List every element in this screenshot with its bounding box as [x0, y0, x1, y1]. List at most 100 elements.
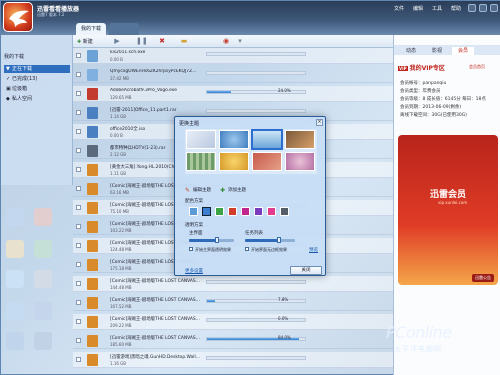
theme-thumb[interactable]	[219, 152, 249, 171]
color-swatch-selected[interactable]	[202, 207, 211, 216]
theme-thumb[interactable]	[285, 130, 315, 149]
delete-button[interactable]: ✖	[158, 38, 166, 46]
start-button[interactable]: ▶	[113, 38, 121, 46]
theme-thumb[interactable]	[186, 130, 216, 149]
row-checkbox[interactable]	[76, 243, 81, 248]
theme-thumb[interactable]	[252, 152, 282, 171]
color-swatch[interactable]	[228, 207, 237, 216]
row-checkbox[interactable]	[76, 72, 81, 77]
sidebar-item-trash[interactable]: ▣ 垃圾箱	[4, 85, 70, 93]
sidebar-item-private[interactable]: ◆ 私人空间	[4, 95, 70, 103]
menu-file[interactable]: 文件	[394, 5, 404, 12]
dialog-close-button[interactable]: 关闭	[290, 266, 322, 275]
sidebar-item-label: 正在下载	[12, 66, 33, 72]
download-row[interactable]: [Comic]海贼王-剧场版THE LOST CANVAS... 185.60 M…	[73, 333, 393, 349]
row-checkbox[interactable]	[76, 319, 81, 324]
row-checkbox[interactable]	[76, 357, 81, 362]
more-settings-link[interactable]: 更多设置	[185, 268, 203, 274]
color-swatch[interactable]	[189, 207, 198, 216]
download-row[interactable]: AdobeAcrobat9.3Pro_Vogo.exe 129.65 MB 24.0…	[73, 86, 393, 102]
maximize-button[interactable]	[479, 4, 487, 12]
color-swatch[interactable]	[215, 207, 224, 216]
color-swatch[interactable]	[267, 207, 276, 216]
file-type-icon	[87, 183, 98, 195]
tab-news[interactable]: 动态	[406, 47, 416, 54]
download-row[interactable]: [Comic]海贼王-剧场版THE LOST CANVAS... 209.22 M…	[73, 314, 393, 330]
open-folder-button[interactable]: ▬	[180, 38, 188, 46]
row-checkbox[interactable]	[76, 129, 81, 134]
theme-thumb-selected[interactable]	[252, 130, 282, 149]
file-type-icon	[87, 50, 98, 62]
checkbox-main-transparent[interactable]	[189, 247, 193, 251]
download-row[interactable]: [迅雷游戏]黑暗之魂.GunHD.Desktop.Wall... 1.16 GB	[73, 352, 393, 368]
checkbox-borderless[interactable]	[245, 247, 249, 251]
row-checkbox[interactable]	[76, 281, 81, 286]
color-swatch[interactable]	[280, 207, 289, 216]
title-bar: 迅雷看看播放器 迅雷7 版本 7.2 文件 编辑 工具 帮助	[1, 1, 500, 21]
edit-theme-button[interactable]: ✎ 编辑主题	[185, 187, 211, 195]
color-swatch[interactable]	[241, 207, 250, 216]
tab-secondary[interactable]	[109, 23, 139, 35]
preview-link[interactable]: 预览	[309, 247, 318, 253]
tab-my-downloads[interactable]: 我的下载	[76, 23, 107, 35]
progress-bar	[206, 109, 306, 113]
file-size: 167.52 MB	[110, 304, 132, 309]
row-checkbox[interactable]	[76, 167, 81, 172]
row-checkbox[interactable]	[76, 148, 81, 153]
dialog-close-icon[interactable]: ×	[316, 119, 323, 126]
row-checkbox[interactable]	[76, 53, 81, 58]
row-checkbox[interactable]	[76, 224, 81, 229]
vip-offline-space: 离线下载空间：30G(已使用30G)	[400, 113, 467, 118]
app-subtitle: 迅雷7 版本 7.2	[37, 12, 65, 17]
progress-bar	[206, 71, 306, 75]
settings-button[interactable]: ◉	[222, 38, 230, 46]
file-type-icon	[87, 221, 98, 233]
file-type-icon	[87, 145, 98, 157]
sidebar-item-downloading[interactable]: ▼ 正在下载	[4, 65, 70, 73]
row-checkbox[interactable]	[76, 91, 81, 96]
download-row[interactable]: kis2011.sch.exe 0.00 B	[73, 48, 393, 64]
tab-video[interactable]: 影视	[432, 47, 442, 54]
trash-icon: ▣	[6, 86, 11, 92]
row-checkbox[interactable]	[76, 186, 81, 191]
task-slider-knob[interactable]	[277, 237, 281, 243]
progress-percent: 24.0%	[278, 88, 291, 93]
row-checkbox[interactable]	[76, 110, 81, 115]
menu-help[interactable]: 帮助	[451, 5, 461, 12]
task-slider-fill	[245, 239, 279, 242]
vip-home-link[interactable]: 会员首页	[469, 64, 485, 70]
row-checkbox[interactable]	[76, 338, 81, 343]
tab-member[interactable]: 会员	[452, 47, 475, 55]
pause-button[interactable]: ❚❚	[136, 38, 148, 46]
row-checkbox[interactable]	[76, 262, 81, 267]
member-ad-banner[interactable]: 迅雷会员 vip.xunlei.com 迅雷公告	[398, 135, 498, 285]
announcement-button[interactable]: 迅雷公告	[472, 274, 494, 282]
color-swatch[interactable]	[254, 207, 263, 216]
vip-type: 会员类型：年费会员	[400, 89, 441, 94]
main-slider-knob[interactable]	[215, 237, 219, 243]
download-row[interactable]: [Comic]海贼王-剧场版THE LOST CANVAS... 167.52 M…	[73, 295, 393, 311]
checkbox-borderless-label: 开始界面无边框效果	[251, 247, 287, 252]
new-task-button[interactable]: ✚ 新建	[77, 38, 93, 45]
progress-bar	[206, 337, 306, 341]
sidebar-item-completed[interactable]: ✓ 已完成(13)	[4, 75, 70, 83]
vip-account: 会员帐号：panpanqiu	[400, 81, 447, 86]
file-size: 1.14 GB	[110, 114, 127, 119]
theme-thumb[interactable]	[186, 152, 216, 171]
close-button[interactable]	[490, 4, 498, 12]
file-size: 129.65 MB	[110, 95, 132, 100]
theme-thumb[interactable]	[219, 130, 249, 149]
download-row[interactable]: [Comic]海贼王-剧场版THE LOST CANVAS... 144.48 M…	[73, 276, 393, 292]
file-name: QmycxgOWEnHs6ZK2hrpsyPcEKQJ7Z...	[110, 69, 197, 74]
minimize-button[interactable]	[468, 4, 476, 12]
ad-logo: 迅雷会员	[430, 190, 467, 200]
download-row[interactable]: QmycxgOWEnHs6ZK2hrpsyPcEKQJ7Z... 37.42 MB	[73, 67, 393, 83]
menu-edit[interactable]: 编辑	[413, 5, 423, 12]
add-theme-button[interactable]: ✚ 添加主题	[220, 187, 246, 195]
row-checkbox[interactable]	[76, 300, 81, 305]
row-checkbox[interactable]	[76, 205, 81, 210]
file-size: 75.10 MB	[110, 209, 129, 214]
more-button[interactable]: ▾	[236, 38, 244, 46]
theme-thumb[interactable]	[285, 152, 315, 171]
menu-tools[interactable]: 工具	[432, 5, 442, 12]
